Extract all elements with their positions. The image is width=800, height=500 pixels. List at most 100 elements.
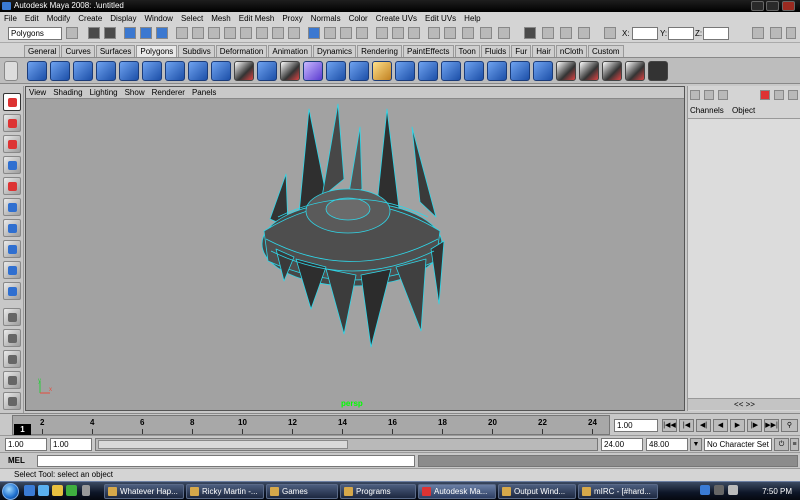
hypergraph-icon[interactable] bbox=[498, 27, 510, 39]
z-field[interactable] bbox=[703, 27, 729, 40]
four-view-layout-icon[interactable] bbox=[3, 329, 21, 347]
taskbar-item[interactable]: Ricky Martin -... bbox=[186, 484, 264, 499]
show-attribute-icon[interactable] bbox=[752, 27, 764, 39]
shelf-tab-painteffects[interactable]: PaintEffects bbox=[402, 45, 454, 57]
snap-curve-icon[interactable] bbox=[340, 27, 352, 39]
clock[interactable]: 7:50 PM bbox=[762, 487, 792, 496]
help-icon[interactable] bbox=[324, 27, 336, 39]
taskbar-item[interactable]: Output Wind... bbox=[498, 484, 576, 499]
poly-prism-icon[interactable] bbox=[165, 61, 185, 81]
vp-menu-lighting[interactable]: Lighting bbox=[90, 88, 118, 97]
range-slider[interactable] bbox=[95, 438, 598, 451]
channel-box-scroll[interactable]: << >> bbox=[688, 398, 800, 410]
shelf-tab-rendering[interactable]: Rendering bbox=[357, 45, 402, 57]
mask-curves-icon[interactable] bbox=[208, 27, 220, 39]
cylindrical-mapping-icon[interactable] bbox=[579, 61, 599, 81]
menu-edit-mesh[interactable]: Edit Mesh bbox=[239, 14, 275, 23]
mask-handles-icon[interactable] bbox=[176, 27, 188, 39]
smooth-icon[interactable] bbox=[280, 61, 300, 81]
history-input-icon[interactable] bbox=[376, 27, 388, 39]
network-icon[interactable] bbox=[714, 485, 724, 495]
select-tool-icon[interactable] bbox=[3, 93, 21, 111]
ie-icon[interactable] bbox=[38, 485, 49, 496]
play-forwards-icon[interactable]: ▶ bbox=[730, 419, 745, 432]
shelf-tab-surfaces[interactable]: Surfaces bbox=[95, 45, 136, 57]
menu-mesh[interactable]: Mesh bbox=[211, 14, 231, 23]
volume-icon[interactable] bbox=[728, 485, 738, 495]
planar-mapping-icon[interactable] bbox=[556, 61, 576, 81]
mask-joints-icon[interactable] bbox=[192, 27, 204, 39]
poly-cylinder-icon[interactable] bbox=[73, 61, 93, 81]
quick-launch-more-icon[interactable] bbox=[82, 485, 90, 496]
shelf-tab-custom[interactable]: Custom bbox=[588, 45, 624, 57]
play-backwards-icon[interactable]: ◀ bbox=[713, 419, 728, 432]
current-time-field[interactable]: 1.00 bbox=[614, 419, 658, 432]
select-component-icon[interactable] bbox=[156, 27, 168, 39]
mel-input[interactable] bbox=[37, 455, 415, 467]
poly-plane-icon[interactable] bbox=[119, 61, 139, 81]
menu-create-uvs[interactable]: Create UVs bbox=[376, 14, 417, 23]
menu-create[interactable]: Create bbox=[78, 14, 102, 23]
quick-launch-icon[interactable] bbox=[66, 485, 77, 496]
select-hierarchy-icon[interactable] bbox=[124, 27, 136, 39]
shelf-tab-subdivs[interactable]: Subdivs bbox=[178, 45, 215, 57]
time-slider-track[interactable]: 2 4 6 8 10 12 14 16 18 20 22 24 1 bbox=[12, 415, 610, 436]
shelf-tab-fur[interactable]: Fur bbox=[511, 45, 532, 57]
tray-icon[interactable] bbox=[700, 485, 710, 495]
taskbar-item[interactable]: mIRC - [#hard... bbox=[578, 484, 658, 499]
vp-menu-shading[interactable]: Shading bbox=[53, 88, 82, 97]
mask-misc-icon[interactable] bbox=[288, 27, 300, 39]
move-tool-icon[interactable] bbox=[3, 156, 21, 174]
render-icon[interactable] bbox=[428, 27, 440, 39]
spherical-mapping-icon[interactable] bbox=[602, 61, 622, 81]
menu-window[interactable]: Window bbox=[145, 14, 173, 23]
new-scene-icon[interactable] bbox=[66, 27, 78, 39]
show-channel-box-icon[interactable] bbox=[786, 27, 796, 39]
vp-menu-renderer[interactable]: Renderer bbox=[152, 88, 185, 97]
color-icon[interactable] bbox=[760, 90, 770, 100]
extrude-icon[interactable] bbox=[326, 61, 346, 81]
menu-proxy[interactable]: Proxy bbox=[282, 14, 302, 23]
shelf-tab-general[interactable]: General bbox=[24, 45, 61, 57]
show-desktop-icon[interactable] bbox=[24, 485, 35, 496]
playback-end-field[interactable]: 24.00 bbox=[601, 438, 643, 451]
poly-soccer-ball-icon[interactable] bbox=[211, 61, 231, 81]
key-icon[interactable]: ⚲ bbox=[781, 419, 798, 432]
history-output-icon[interactable] bbox=[392, 27, 404, 39]
offset-edge-loop-icon[interactable] bbox=[441, 61, 461, 81]
shelf-tab-deformation[interactable]: Deformation bbox=[215, 45, 268, 57]
show-manipulator-icon[interactable] bbox=[3, 261, 21, 279]
tool-settings-icon[interactable] bbox=[542, 27, 554, 39]
mask-dynamics-icon[interactable] bbox=[256, 27, 268, 39]
menu-icon[interactable] bbox=[774, 90, 784, 100]
step-back-key-icon[interactable]: ◀| bbox=[696, 419, 711, 432]
smooth-proxy-icon[interactable] bbox=[303, 61, 323, 81]
step-forward-key-icon[interactable]: |▶ bbox=[747, 419, 762, 432]
end-time-field[interactable]: 48.00 bbox=[646, 438, 688, 451]
attribute-editor-icon[interactable] bbox=[524, 27, 536, 39]
menu-select[interactable]: Select bbox=[181, 14, 203, 23]
render-settings-icon[interactable] bbox=[462, 27, 474, 39]
poly-cone-icon[interactable] bbox=[96, 61, 116, 81]
channel-box-icon[interactable] bbox=[560, 27, 572, 39]
shelf-menu-icon[interactable] bbox=[4, 61, 18, 81]
shelf-tab-toon[interactable]: Toon bbox=[454, 45, 480, 57]
attribute-list-icon[interactable] bbox=[718, 90, 728, 100]
separate-icon[interactable] bbox=[257, 61, 277, 81]
rotate-tool-icon[interactable] bbox=[3, 177, 21, 195]
minimize-icon[interactable] bbox=[751, 1, 764, 11]
channel-box-icon[interactable] bbox=[690, 90, 700, 100]
save-scene-icon[interactable] bbox=[104, 27, 116, 39]
taskbar-item[interactable]: Whatever Hap... bbox=[104, 484, 184, 499]
vp-menu-view[interactable]: View bbox=[29, 88, 46, 97]
playback-start-field[interactable]: 1.00 bbox=[50, 438, 92, 451]
poly-torus-icon[interactable] bbox=[142, 61, 162, 81]
bevel-icon[interactable] bbox=[487, 61, 507, 81]
last-tool-icon[interactable] bbox=[3, 282, 21, 300]
shelf-tab-polygons[interactable]: Polygons bbox=[136, 45, 178, 57]
open-scene-icon[interactable] bbox=[88, 27, 100, 39]
ipr-render-icon[interactable] bbox=[444, 27, 456, 39]
mask-rendering-icon[interactable] bbox=[272, 27, 284, 39]
auto-key-icon[interactable]: ⏻ bbox=[774, 438, 789, 451]
start-button-icon[interactable] bbox=[2, 483, 19, 500]
